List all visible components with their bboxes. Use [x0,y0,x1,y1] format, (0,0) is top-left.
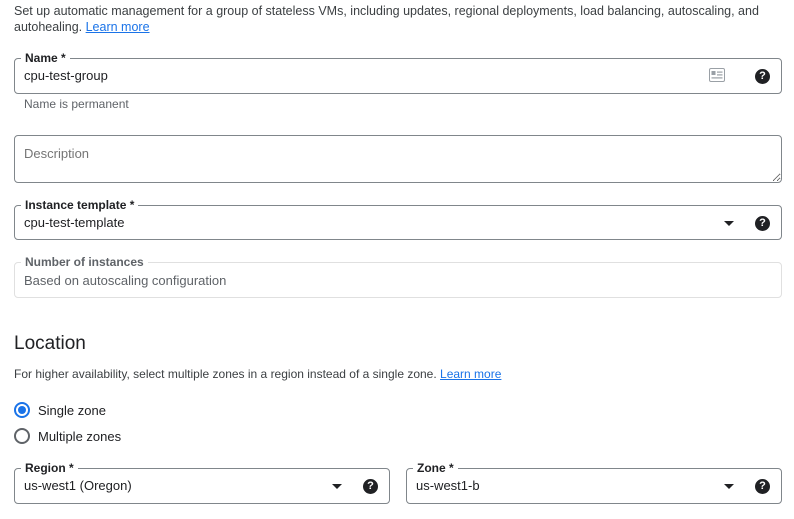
instance-template-value: cpu-test-template [24,215,125,230]
location-text: For higher availability, select multiple… [14,367,437,381]
zone-help-icon[interactable]: ? [755,479,770,494]
name-hint: Name is permanent [24,97,129,111]
template-help-icon[interactable]: ? [755,216,770,231]
region-help-icon[interactable]: ? [363,479,378,494]
dropdown-arrow-icon[interactable] [724,221,734,226]
region-select[interactable]: Region * us-west1 (Oregon) ? [14,460,390,504]
description-field[interactable] [14,135,782,183]
number-of-instances-label: Number of instances [21,254,148,270]
location-learn-more-link[interactable]: Learn more [440,367,501,381]
number-of-instances-value: Based on autoscaling configuration [24,273,227,288]
zone-select[interactable]: Zone * us-west1-b ? [406,460,782,504]
location-description: For higher availability, select multiple… [14,367,501,381]
region-label: Region * [21,460,78,476]
intro-text: Set up automatic management for a group … [14,3,774,35]
single-zone-label: Single zone [38,403,106,418]
instance-template-label: Instance template * [21,197,139,213]
single-zone-radio-button[interactable] [14,402,30,418]
description-input[interactable] [15,136,781,182]
radio-single-zone[interactable]: Single zone [14,402,214,420]
name-field[interactable]: Name * cpu-test-group ? [14,50,782,94]
number-of-instances-field: Number of instances Based on autoscaling… [14,254,782,298]
instance-template-select[interactable]: Instance template * cpu-test-template ? [14,197,782,240]
intro-learn-more-link[interactable]: Learn more [86,20,150,34]
multiple-zones-radio-button[interactable] [14,428,30,444]
region-value: us-west1 (Oregon) [24,478,132,493]
zone-dropdown-arrow-icon[interactable] [724,484,734,489]
radio-multiple-zones[interactable]: Multiple zones [14,428,214,446]
name-value: cpu-test-group [24,68,108,83]
region-dropdown-arrow-icon[interactable] [332,484,342,489]
name-label: Name * [21,50,70,66]
multiple-zones-label: Multiple zones [38,429,122,444]
zone-value: us-west1-b [416,478,480,493]
zone-label: Zone * [413,460,458,476]
contact-card-icon[interactable] [709,68,725,87]
location-heading: Location [14,333,86,354]
name-help-icon[interactable]: ? [755,69,770,84]
